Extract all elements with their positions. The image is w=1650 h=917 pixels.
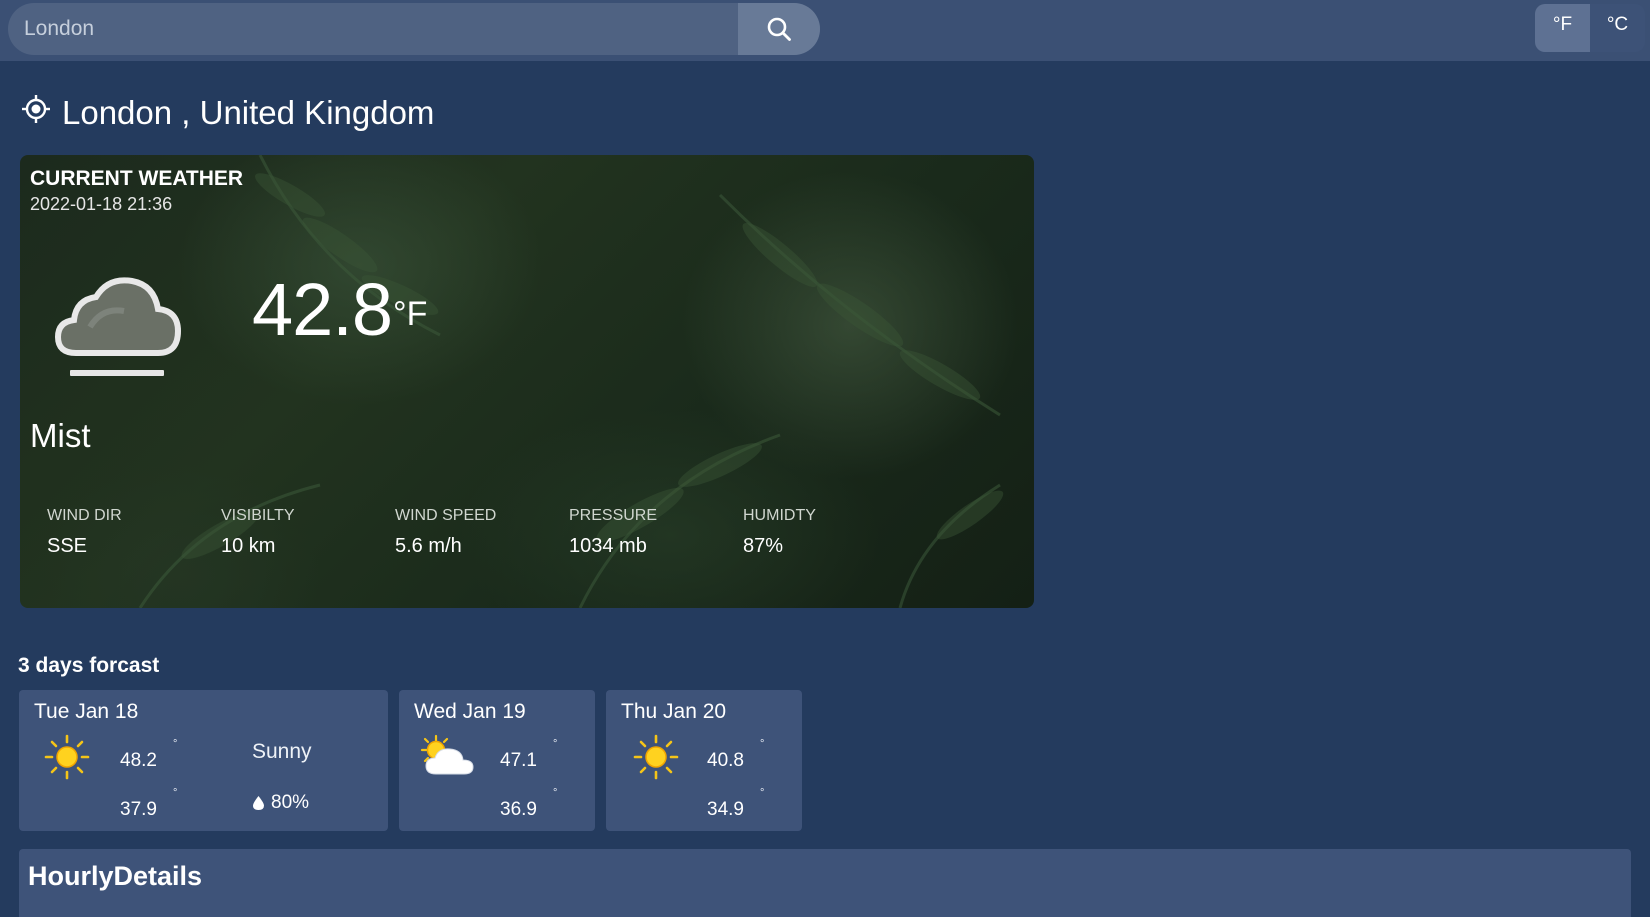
- hourly-details-title: HourlyDetails: [28, 861, 203, 891]
- sun-icon: [44, 734, 90, 780]
- location-target-icon: [22, 95, 50, 123]
- forecast-date: Tue Jan 18: [34, 700, 139, 723]
- stat-value: 1034 mb: [569, 535, 647, 557]
- forecast-min-temp: 37.9: [120, 799, 157, 820]
- forecast-condition: Sunny: [252, 740, 312, 763]
- forecast-card-day-3[interactable]: Thu Jan 20 40.8 ° 34.9 °: [606, 690, 802, 831]
- stat-value: 5.6 m/h: [395, 535, 462, 557]
- stat-humidity: HUMIDTY 87%: [743, 507, 816, 558]
- search-input[interactable]: [8, 3, 738, 55]
- top-bar: °F °C: [0, 0, 1650, 61]
- forecast-card-day-1[interactable]: Tue Jan 18 48.2 ° 37.9 ° Sunny 80%: [19, 690, 388, 831]
- degree-symbol: °: [760, 738, 765, 750]
- forecast-card-day-2[interactable]: Wed Jan 19 47.1 ° 36.9 °: [399, 690, 595, 831]
- partly-cloudy-icon: [420, 734, 474, 775]
- current-condition: Mist: [30, 417, 91, 454]
- current-temperature: 42.8: [252, 268, 393, 351]
- stat-label: WIND DIR: [47, 507, 122, 524]
- current-datetime: 2022-01-18 21:36: [30, 194, 173, 214]
- current-weather-card: CURRENT WEATHER 2022-01-18 21:36 42.8 °F…: [20, 155, 1034, 608]
- forecast-title: 3 days forcast: [18, 654, 160, 677]
- forecast-max-temp: 47.1: [500, 750, 537, 771]
- forecast-date: Wed Jan 19: [414, 700, 526, 723]
- location-header: London , United Kingdom: [20, 91, 434, 135]
- search-bar: [8, 3, 820, 55]
- location-title: London , United Kingdom: [62, 94, 435, 131]
- stat-value: SSE: [47, 535, 88, 557]
- stat-visibility: VISIBILTY 10 km: [221, 507, 295, 558]
- degree-symbol: °: [553, 787, 558, 799]
- stat-value: 87%: [743, 535, 784, 557]
- raindrop-icon: [253, 796, 264, 810]
- forecast-max-temp: 48.2: [120, 750, 157, 771]
- stat-label: VISIBILTY: [221, 507, 295, 524]
- degree-symbol: °: [173, 738, 178, 750]
- stat-value: 10 km: [221, 535, 276, 557]
- stat-wind-speed: WIND SPEED 5.6 m/h: [395, 507, 496, 558]
- fahrenheit-button[interactable]: °F: [1535, 4, 1590, 52]
- forecast-min-temp: 34.9: [707, 799, 744, 820]
- degree-symbol: °: [173, 787, 178, 799]
- stat-pressure: PRESSURE 1034 mb: [569, 507, 657, 558]
- search-button[interactable]: [738, 3, 820, 55]
- temperature-unit: °F: [393, 295, 428, 333]
- forecast-min-temp: 36.9: [500, 799, 537, 820]
- current-weather-heading: CURRENT WEATHER: [30, 167, 244, 190]
- degree-symbol: °: [553, 738, 558, 750]
- stat-label: PRESSURE: [569, 507, 658, 524]
- forecast-date: Thu Jan 20: [621, 700, 727, 723]
- forecast-max-temp: 40.8: [707, 750, 744, 771]
- stat-label: HUMIDTY: [743, 507, 816, 524]
- search-icon: [767, 17, 791, 41]
- unit-toggle: °F °C: [1535, 4, 1645, 52]
- degree-symbol: °: [760, 787, 765, 799]
- forecast-rain-chance: 80%: [252, 792, 309, 814]
- rain-chance-value: 80%: [271, 792, 310, 813]
- stat-label: WIND SPEED: [395, 507, 497, 524]
- stat-wind-dir: WIND DIR SSE: [47, 507, 122, 558]
- sun-icon: [633, 734, 679, 780]
- hourly-details-panel: HourlyDetails: [19, 849, 1631, 917]
- mist-cloud-icon: [54, 277, 182, 376]
- celsius-button[interactable]: °C: [1590, 4, 1645, 52]
